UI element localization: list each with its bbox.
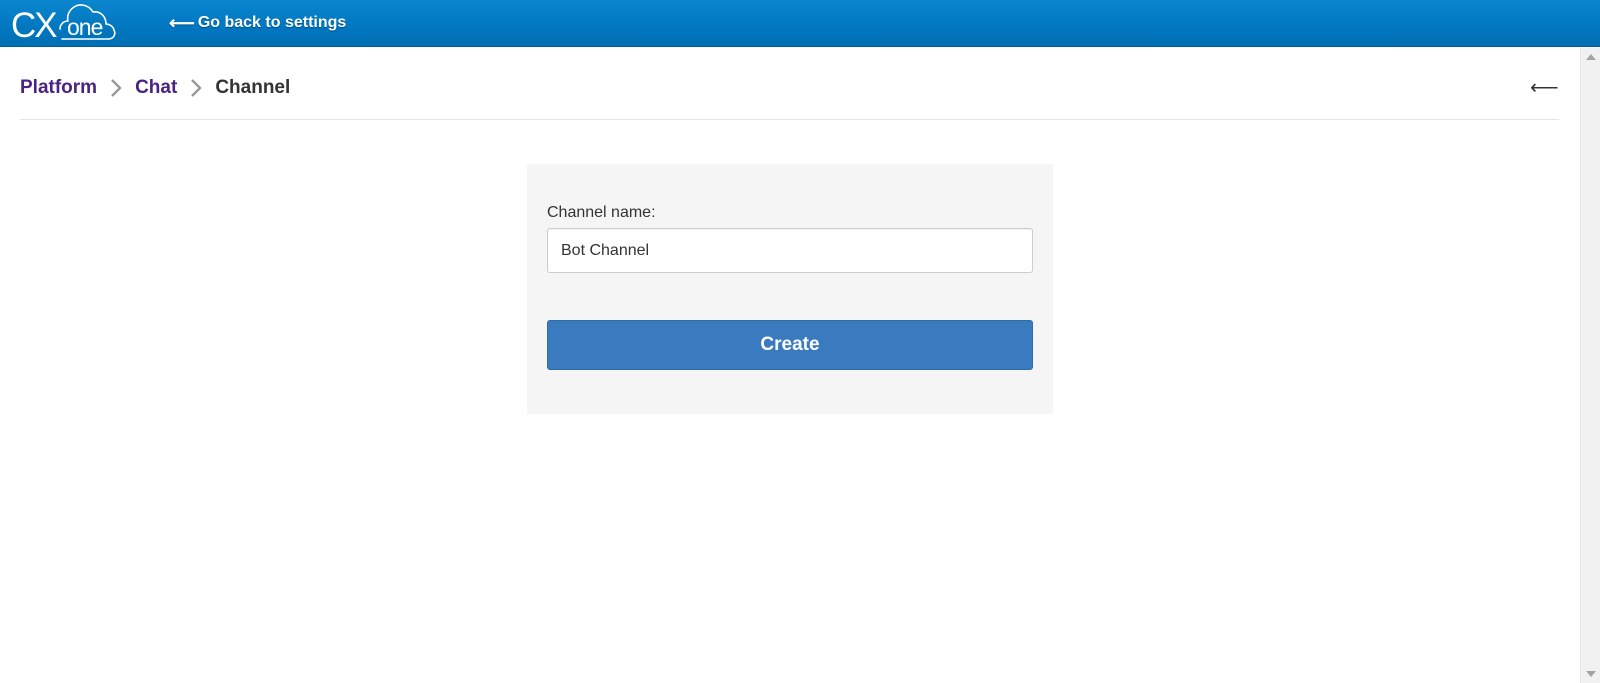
vertical-scrollbar[interactable] [1580, 48, 1600, 683]
logo-subtext: one [67, 14, 103, 40]
breadcrumb-item-chat[interactable]: Chat [135, 77, 177, 99]
logo-text: CX [11, 6, 58, 45]
channel-name-label: Channel name: [547, 204, 656, 221]
scroll-up-arrow-icon[interactable] [1586, 54, 1596, 60]
chevron-right-icon [177, 76, 215, 100]
create-button[interactable]: Create [547, 320, 1033, 370]
breadcrumb-item-channel: Channel [215, 77, 291, 98]
chevron-right-icon [97, 76, 135, 100]
top-bar: CX one ⟵ Go back to settings [0, 0, 1600, 47]
create-channel-panel: Channel name: Create [527, 164, 1053, 414]
cxone-logo[interactable]: CX one [10, 3, 116, 43]
breadcrumb-item-platform[interactable]: Platform [20, 77, 97, 99]
go-back-to-settings-link[interactable]: ⟵ Go back to settings [169, 12, 346, 34]
channel-name-input[interactable] [547, 228, 1033, 273]
arrow-left-icon: ⟵ [169, 13, 195, 33]
header-divider [20, 119, 1559, 120]
scroll-down-arrow-icon[interactable] [1586, 671, 1596, 677]
go-back-label: Go back to settings [197, 14, 347, 31]
breadcrumb: Platform Chat Channel [20, 76, 290, 100]
main-content: Platform Chat Channel ⟵ Channel name: Cr… [0, 48, 1580, 683]
arrow-left-icon[interactable]: ⟵ [1530, 77, 1559, 99]
